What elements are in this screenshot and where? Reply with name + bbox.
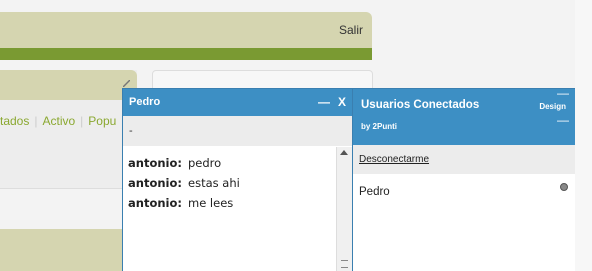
message-sender: antonio: — [128, 196, 182, 210]
design-link[interactable]: Design — [539, 102, 566, 111]
message-text: me lees — [188, 196, 234, 210]
users-subtitle: by 2Punti — [361, 122, 398, 131]
tab-separator: | — [80, 114, 84, 128]
chat-status: - — [123, 116, 352, 146]
top-bar: Salir — [0, 12, 372, 48]
chat-messages: antonio: pedro antonio: estas ahi antonio:… — [123, 147, 335, 271]
left-panel-header — [0, 70, 137, 100]
filter-tabs: tados | Activo | Popu — [0, 114, 116, 128]
left-panel-bottom — [0, 229, 137, 271]
status-dot-icon — [560, 183, 568, 191]
message-text: pedro — [188, 156, 222, 170]
top-bar-stripe — [0, 48, 372, 60]
chat-scrollbar[interactable] — [336, 147, 352, 271]
user-name[interactable]: Pedro — [359, 186, 390, 198]
users-window: Usuarios Conectados by 2Punti Design — —… — [352, 87, 577, 271]
users-list: Pedro — [353, 174, 576, 198]
chat-title: Pedro — [129, 96, 161, 108]
users-title: Usuarios Conectados — [361, 99, 480, 111]
tab-activo[interactable]: Activo — [42, 114, 75, 128]
scroll-up-icon[interactable] — [340, 150, 348, 155]
chat-message: antonio: estas ahi — [128, 173, 335, 193]
message-sender: antonio: — [128, 176, 182, 190]
chat-message: antonio: me lees — [128, 193, 335, 213]
user-item[interactable]: Pedro — [359, 183, 576, 198]
disconnect-link[interactable]: Desconectarme — [353, 145, 576, 174]
chat-message: antonio: pedro — [128, 153, 335, 173]
left-panel: tados | Activo | Popu — [0, 70, 137, 188]
message-text: estas ahi — [188, 176, 240, 190]
message-sender: antonio: — [128, 156, 182, 170]
minimize-icon[interactable]: — — [318, 89, 330, 116]
minimize-icon[interactable]: — — [557, 87, 569, 99]
tab-separator: | — [34, 114, 38, 128]
page-edge — [575, 0, 592, 271]
tab-popu[interactable]: Popu — [88, 114, 116, 128]
pencil-icon[interactable] — [123, 80, 130, 87]
logout-link[interactable]: Salir — [339, 23, 363, 37]
tab-tados[interactable]: tados — [0, 114, 29, 128]
chat-titlebar: Pedro — X — [123, 89, 352, 116]
chat-window: Pedro — X - antonio: pedro antonio: estas … — [122, 88, 353, 271]
users-header: Usuarios Conectados by 2Punti Design — — — [353, 87, 576, 145]
scroll-grip[interactable] — [341, 260, 348, 268]
close-icon[interactable]: X — [338, 89, 346, 116]
minimize-icon[interactable]: — — [557, 114, 569, 126]
divider — [0, 188, 137, 189]
page: Salir tados | Activo | Popu Pedro — X - anto… — [0, 0, 592, 271]
